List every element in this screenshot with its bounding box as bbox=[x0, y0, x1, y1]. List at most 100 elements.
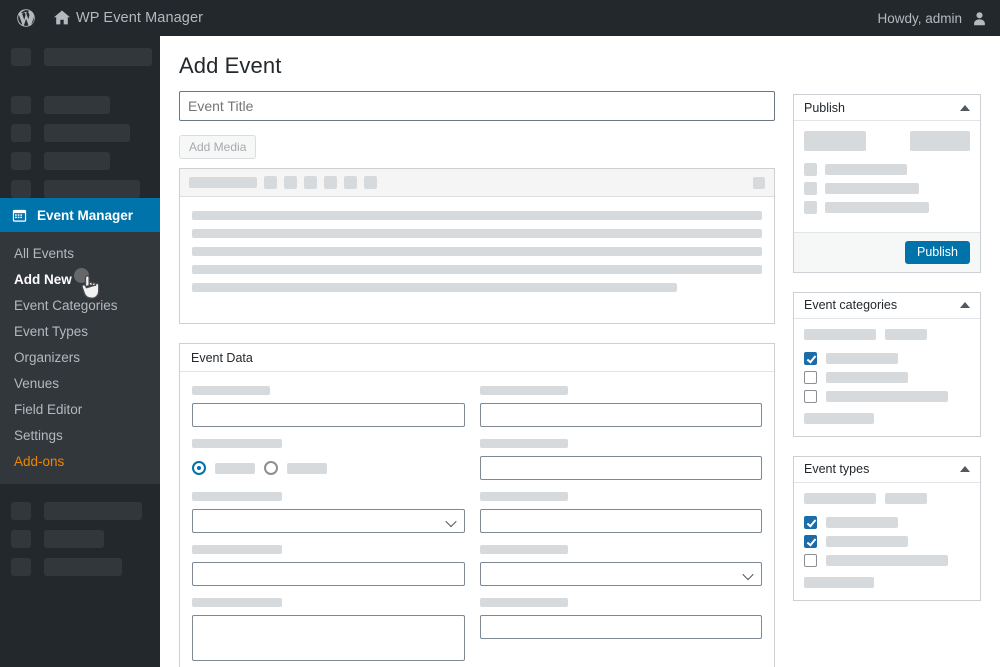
editor-toolbar-button[interactable] bbox=[264, 176, 277, 189]
sidebar-submenu-item-event-types[interactable]: Event Types bbox=[0, 318, 160, 344]
event-data-radio-group bbox=[192, 456, 465, 480]
event-data-select[interactable] bbox=[480, 562, 762, 586]
panel-add-new-link[interactable] bbox=[804, 412, 874, 424]
sidebar-submenu-item-label: All Events bbox=[14, 245, 75, 261]
event-data-text-input[interactable] bbox=[192, 562, 465, 586]
event-data-radio-button[interactable] bbox=[192, 461, 206, 475]
editor-toolbar-button[interactable] bbox=[304, 176, 317, 189]
event-data-field bbox=[477, 598, 762, 661]
panel-event-types-title: Event types bbox=[804, 462, 870, 476]
panel-add-new-link[interactable] bbox=[804, 576, 874, 588]
publish-status-icon bbox=[804, 201, 817, 214]
chevron-up-icon[interactable] bbox=[960, 466, 970, 472]
checkbox[interactable] bbox=[804, 389, 817, 403]
checkbox-row[interactable] bbox=[804, 553, 970, 567]
event-data-textarea[interactable] bbox=[192, 615, 465, 661]
event-data-text-input[interactable] bbox=[480, 509, 762, 533]
sidebar-placeholder-item[interactable] bbox=[0, 530, 160, 548]
chevron-up-icon[interactable] bbox=[960, 302, 970, 308]
panel-tab[interactable] bbox=[804, 492, 876, 504]
checkbox[interactable] bbox=[804, 351, 817, 365]
site-home-menu[interactable]: WP Event Manager bbox=[44, 0, 211, 36]
panel-tab[interactable] bbox=[885, 328, 927, 340]
site-title: WP Event Manager bbox=[76, 10, 204, 26]
sidebar-submenu-item-add-new[interactable]: Add New bbox=[0, 266, 160, 292]
event-data-radio-button[interactable] bbox=[264, 461, 278, 475]
sidebar-placeholder-item[interactable] bbox=[0, 502, 160, 520]
admin-bar-right: Howdy, admin bbox=[877, 10, 1000, 27]
editor-content-line bbox=[192, 229, 762, 238]
panel-tab[interactable] bbox=[885, 492, 927, 504]
event-data-text-input[interactable] bbox=[192, 403, 465, 427]
editor-content-area[interactable] bbox=[180, 197, 774, 323]
checkbox[interactable] bbox=[804, 534, 817, 548]
howdy-greeting[interactable]: Howdy, admin bbox=[877, 11, 962, 26]
sidebar-submenu-item-settings[interactable]: Settings bbox=[0, 422, 160, 448]
sidebar-placeholder-icon bbox=[11, 530, 31, 548]
checkbox[interactable] bbox=[804, 553, 817, 567]
editor-toolbar-button[interactable] bbox=[364, 176, 377, 189]
sidebar-placeholder-label bbox=[44, 502, 142, 520]
user-avatar-icon[interactable] bbox=[971, 10, 988, 27]
editor-toolbar-toggle-button[interactable] bbox=[753, 176, 765, 189]
checkbox[interactable] bbox=[804, 370, 817, 384]
editor-toolbar-button[interactable] bbox=[189, 177, 257, 188]
publish-status-label bbox=[825, 164, 907, 175]
event-data-field-label bbox=[480, 386, 568, 395]
event-data-field bbox=[477, 545, 762, 586]
publish-status-row[interactable] bbox=[804, 163, 970, 176]
editor-toolbar-button[interactable] bbox=[284, 176, 297, 189]
event-data-text-input[interactable] bbox=[480, 615, 762, 639]
wordpress-logo-menu[interactable] bbox=[8, 0, 44, 36]
sidebar-submenu-item-venues[interactable]: Venues bbox=[0, 370, 160, 396]
sidebar-submenu-item-add-ons[interactable]: Add-ons bbox=[0, 448, 160, 474]
publish-status-icon bbox=[804, 163, 817, 176]
publish-action-button[interactable] bbox=[910, 131, 970, 151]
sidebar-submenu-item-field-editor[interactable]: Field Editor bbox=[0, 396, 160, 422]
publish-button[interactable]: Publish bbox=[905, 241, 970, 264]
sidebar-placeholder-item[interactable] bbox=[0, 180, 160, 198]
event-data-select[interactable] bbox=[192, 509, 465, 533]
panel-tab[interactable] bbox=[804, 328, 876, 340]
event-title-input[interactable] bbox=[179, 91, 775, 121]
event-data-text-input[interactable] bbox=[480, 403, 762, 427]
event-data-text-input[interactable] bbox=[480, 456, 762, 480]
calendar-icon bbox=[12, 209, 27, 222]
sidebar-submenu-item-all-events[interactable]: All Events bbox=[0, 240, 160, 266]
sidebar-item-event-manager[interactable]: Event Manager bbox=[0, 198, 168, 232]
editor-content-line bbox=[192, 211, 762, 220]
add-media-button[interactable]: Add Media bbox=[179, 135, 257, 159]
checkbox[interactable] bbox=[804, 515, 817, 529]
checkbox-row[interactable] bbox=[804, 515, 970, 529]
checkbox-row[interactable] bbox=[804, 370, 970, 384]
event-data-field-label bbox=[480, 598, 568, 607]
chevron-up-icon[interactable] bbox=[960, 104, 970, 111]
sidebar-placeholder-item[interactable] bbox=[0, 558, 160, 576]
publish-status-row[interactable] bbox=[804, 201, 970, 214]
sidebar-placeholder-item[interactable] bbox=[0, 96, 160, 114]
sidebar-placeholder-item[interactable] bbox=[0, 124, 160, 142]
checkbox-row[interactable] bbox=[804, 351, 970, 365]
sidebar-submenu-item-label: Organizers bbox=[14, 349, 81, 365]
editor-toolbar-button[interactable] bbox=[324, 176, 337, 189]
panel-event-types-header[interactable]: Event types bbox=[794, 457, 980, 483]
sidebar-placeholder-icon bbox=[11, 96, 31, 114]
panel-publish-header[interactable]: Publish bbox=[794, 95, 980, 121]
sidebar-placeholder-item[interactable] bbox=[0, 152, 160, 170]
publish-status-row[interactable] bbox=[804, 182, 970, 195]
checkbox-label bbox=[826, 516, 898, 528]
publish-status-label bbox=[825, 183, 919, 194]
checkbox-row[interactable] bbox=[804, 534, 970, 548]
sidebar-submenu-item-organizers[interactable]: Organizers bbox=[0, 344, 160, 370]
sidebar-placeholder-item[interactable] bbox=[0, 48, 160, 66]
sidebar-placeholder-icon bbox=[11, 558, 31, 576]
panel-event-categories-body bbox=[794, 319, 980, 436]
editor-toolbar-button[interactable] bbox=[344, 176, 357, 189]
sidebar-placeholder-label bbox=[44, 530, 104, 548]
event-data-field bbox=[192, 598, 477, 661]
sidebar-submenu-item-event-categories[interactable]: Event Categories bbox=[0, 292, 160, 318]
editor-toolbar[interactable] bbox=[180, 169, 774, 197]
checkbox-row[interactable] bbox=[804, 389, 970, 403]
publish-action-button[interactable] bbox=[804, 131, 866, 151]
panel-event-categories-header[interactable]: Event categories bbox=[794, 293, 980, 319]
